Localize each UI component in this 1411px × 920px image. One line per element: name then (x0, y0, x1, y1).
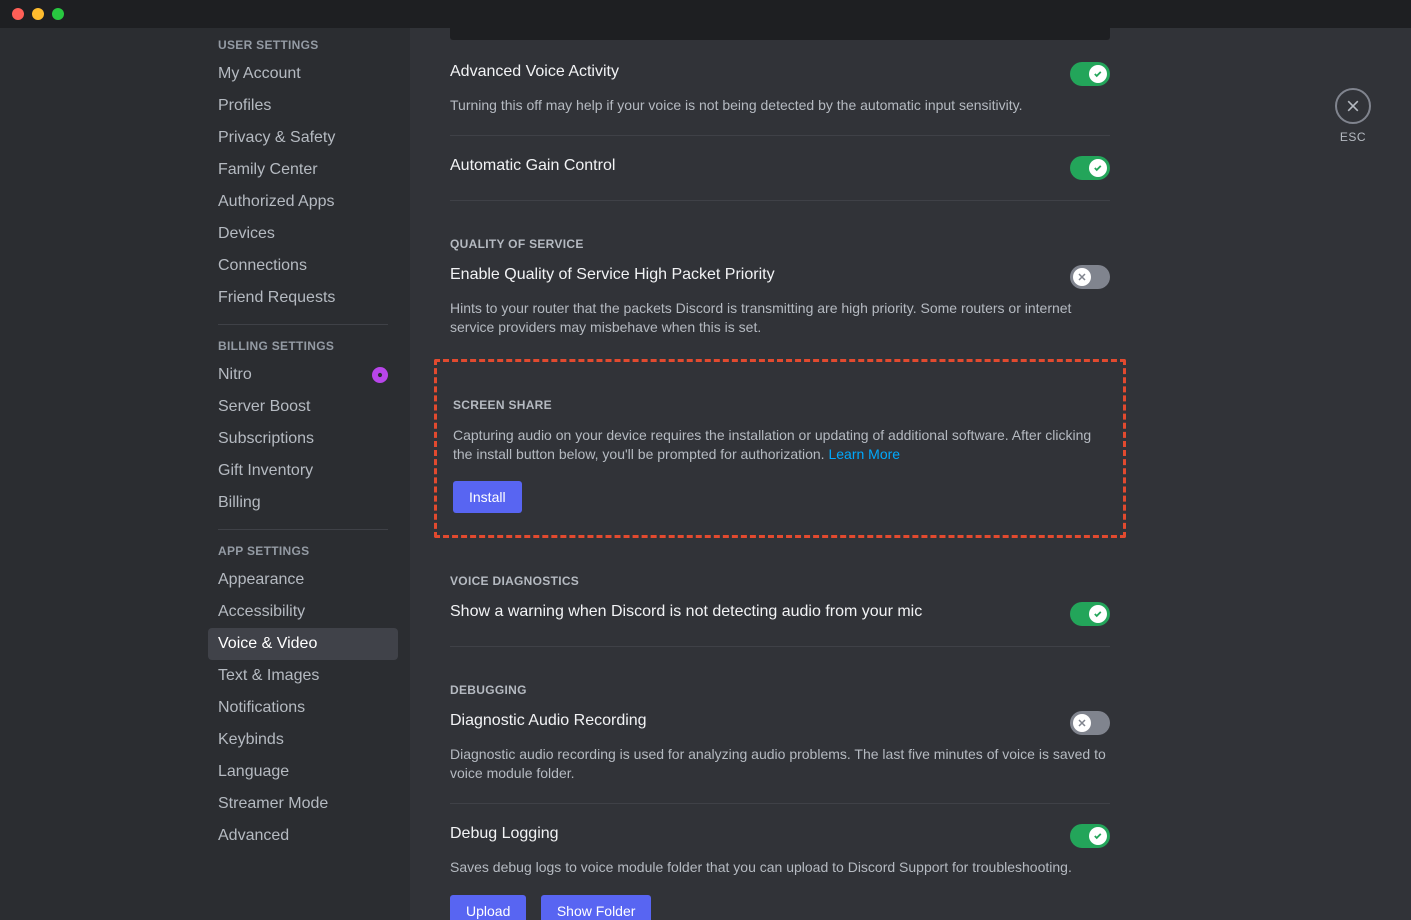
titlebar (0, 0, 1411, 28)
toggle-advanced-voice-activity[interactable] (1070, 62, 1110, 86)
sidebar-divider (218, 324, 388, 325)
nitro-badge-icon (372, 367, 388, 383)
sidebar-item-label: Subscriptions (218, 430, 314, 448)
toggle-voice-diagnostics-warning[interactable] (1070, 602, 1110, 626)
sidebar-item-accessibility[interactable]: Accessibility (208, 596, 398, 628)
sidebar-item-billing[interactable]: Billing (208, 487, 398, 519)
sidebar-divider (218, 529, 388, 530)
settings-content-area: Advanced Voice Activity Turning this off… (410, 28, 1411, 920)
setting-title-diag-recording: Diagnostic Audio Recording (450, 711, 647, 732)
sidebar-item-label: Streamer Mode (218, 795, 328, 813)
section-heading-qos: Quality of Service (450, 237, 1110, 251)
sidebar-item-privacy-safety[interactable]: Privacy & Safety (208, 122, 398, 154)
divider (450, 646, 1110, 647)
window-minimize-icon[interactable] (32, 8, 44, 20)
screen-share-desc-text: Capturing audio on your device requires … (453, 427, 1091, 462)
sidebar-item-text-images[interactable]: Text & Images (208, 660, 398, 692)
sidebar-item-label: Server Boost (218, 398, 310, 416)
sidebar-item-label: Privacy & Safety (218, 129, 335, 147)
sidebar-item-keybinds[interactable]: Keybinds (208, 724, 398, 756)
input-frame-bottom (450, 28, 1110, 40)
window-maximize-icon[interactable] (52, 8, 64, 20)
esc-label: ESC (1340, 130, 1366, 144)
sidebar-item-profiles[interactable]: Profiles (208, 90, 398, 122)
window-close-icon[interactable] (12, 8, 24, 20)
sidebar-item-streamer-mode[interactable]: Streamer Mode (208, 788, 398, 820)
sidebar-item-connections[interactable]: Connections (208, 250, 398, 282)
toggle-debug-logging[interactable] (1070, 824, 1110, 848)
sidebar-item-appearance[interactable]: Appearance (208, 564, 398, 596)
setting-title-ava: Advanced Voice Activity (450, 62, 619, 83)
screen-share-highlight: Screen Share Capturing audio on your dev… (434, 359, 1126, 539)
sidebar-item-label: Profiles (218, 97, 271, 115)
close-settings-button[interactable]: ESC (1335, 88, 1371, 144)
sidebar-item-voice-video[interactable]: Voice & Video (208, 628, 398, 660)
settings-sidebar: User Settings My Account Profiles Privacy &… (0, 28, 410, 920)
sidebar-item-label: Authorized Apps (218, 193, 335, 211)
toggle-automatic-gain-control[interactable] (1070, 156, 1110, 180)
toggle-diagnostic-audio-recording[interactable] (1070, 711, 1110, 735)
sidebar-item-notifications[interactable]: Notifications (208, 692, 398, 724)
divider (450, 200, 1110, 201)
sidebar-item-label: Devices (218, 225, 275, 243)
sidebar-item-friend-requests[interactable]: Friend Requests (208, 282, 398, 314)
section-heading-debugging: Debugging (450, 683, 1110, 697)
divider (450, 803, 1110, 804)
sidebar-item-label: Friend Requests (218, 289, 335, 307)
divider (450, 135, 1110, 136)
sidebar-item-label: My Account (218, 65, 301, 83)
sidebar-item-devices[interactable]: Devices (208, 218, 398, 250)
sidebar-item-label: Accessibility (218, 603, 305, 621)
sidebar-item-nitro[interactable]: Nitro (208, 359, 398, 391)
learn-more-link[interactable]: Learn More (828, 446, 900, 462)
close-icon (1335, 88, 1371, 124)
sidebar-section-header: App Settings (208, 544, 398, 564)
sidebar-item-authorized-apps[interactable]: Authorized Apps (208, 186, 398, 218)
sidebar-item-label: Gift Inventory (218, 462, 313, 480)
sidebar-item-label: Text & Images (218, 667, 319, 685)
section-heading-screen-share: Screen Share (453, 398, 1107, 412)
sidebar-item-label: Billing (218, 494, 261, 512)
sidebar-section-header: User Settings (208, 38, 398, 58)
sidebar-item-label: Keybinds (218, 731, 284, 749)
sidebar-item-advanced[interactable]: Advanced (208, 820, 398, 852)
setting-desc-qos: Hints to your router that the packets Di… (450, 299, 1110, 337)
sidebar-item-server-boost[interactable]: Server Boost (208, 391, 398, 423)
setting-desc-ava: Turning this off may help if your voice … (450, 96, 1110, 115)
sidebar-item-label: Voice & Video (218, 635, 317, 653)
section-heading-voice-diag: Voice Diagnostics (450, 574, 1110, 588)
sidebar-item-label: Notifications (218, 699, 305, 717)
setting-desc-debug-logging: Saves debug logs to voice module folder … (450, 858, 1110, 877)
sidebar-item-label: Nitro (218, 366, 252, 384)
show-folder-button[interactable]: Show Folder (541, 895, 652, 920)
setting-title-qos: Enable Quality of Service High Packet Pr… (450, 265, 775, 286)
sidebar-item-gift-inventory[interactable]: Gift Inventory (208, 455, 398, 487)
sidebar-item-family-center[interactable]: Family Center (208, 154, 398, 186)
sidebar-section-header: Billing Settings (208, 339, 398, 359)
sidebar-item-label: Appearance (218, 571, 304, 589)
upload-button[interactable]: Upload (450, 895, 526, 920)
sidebar-item-language[interactable]: Language (208, 756, 398, 788)
toggle-qos[interactable] (1070, 265, 1110, 289)
setting-title-debug-logging: Debug Logging (450, 824, 559, 845)
screen-share-desc: Capturing audio on your device requires … (453, 426, 1107, 464)
sidebar-item-label: Advanced (218, 827, 289, 845)
install-button[interactable]: Install (453, 481, 522, 513)
sidebar-item-label: Connections (218, 257, 307, 275)
sidebar-item-my-account[interactable]: My Account (208, 58, 398, 90)
sidebar-item-subscriptions[interactable]: Subscriptions (208, 423, 398, 455)
sidebar-item-label: Family Center (218, 161, 318, 179)
setting-title-agc: Automatic Gain Control (450, 156, 615, 177)
setting-desc-diag-recording: Diagnostic audio recording is used for a… (450, 745, 1110, 783)
setting-title-voice-diag: Show a warning when Discord is not detec… (450, 602, 922, 623)
sidebar-item-label: Language (218, 763, 289, 781)
